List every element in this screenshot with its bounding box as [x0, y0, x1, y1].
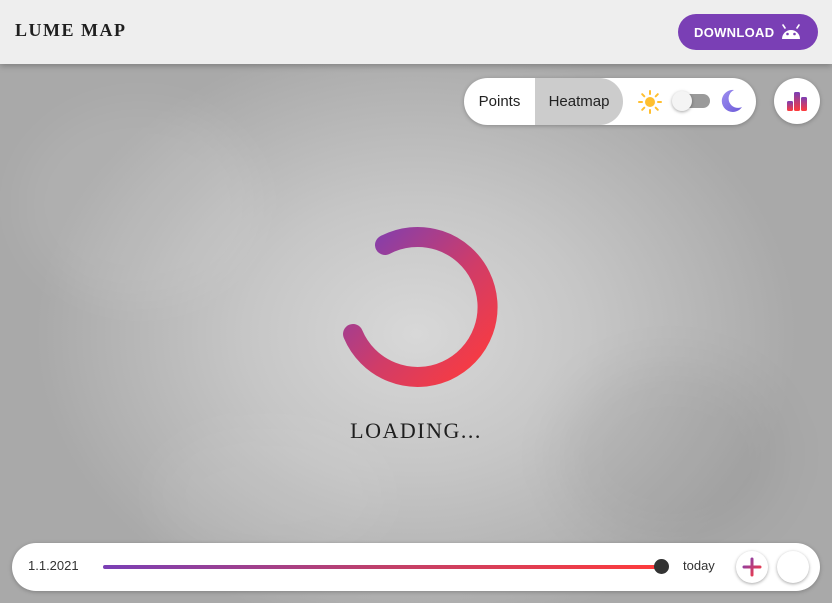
map-blur: [560, 364, 780, 544]
app-title: LUME MAP: [15, 20, 127, 40]
theme-toggle[interactable]: [672, 91, 710, 111]
loading-text: LOADING...: [350, 418, 482, 443]
download-button[interactable]: DOWNLOAD: [678, 14, 818, 50]
timeline-slider[interactable]: [103, 565, 662, 569]
statistics-button[interactable]: [774, 78, 820, 124]
sun-icon: [638, 90, 662, 118]
loading-spinner: [336, 224, 506, 398]
zoom-in-button[interactable]: [736, 551, 768, 583]
toggle-knob: [672, 91, 692, 111]
app-header: LUME MAP DOWNLOAD: [0, 0, 832, 64]
download-label: DOWNLOAD: [694, 24, 775, 40]
timeline-slider-handle[interactable]: [654, 559, 669, 574]
moon-icon: [718, 88, 744, 118]
zoom-out-button[interactable]: [777, 551, 809, 583]
tab-heatmap[interactable]: Heatmap: [535, 78, 623, 125]
timeline-start-label: 1.1.2021: [28, 558, 79, 573]
timeline-bar: 1.1.2021 today: [12, 543, 820, 591]
map-mode-panel: Points Heatmap: [464, 78, 756, 125]
tab-points[interactable]: Points: [464, 78, 535, 125]
timeline-end-label: today: [683, 558, 715, 573]
map-blur: [20, 104, 260, 304]
android-icon: [780, 24, 802, 43]
